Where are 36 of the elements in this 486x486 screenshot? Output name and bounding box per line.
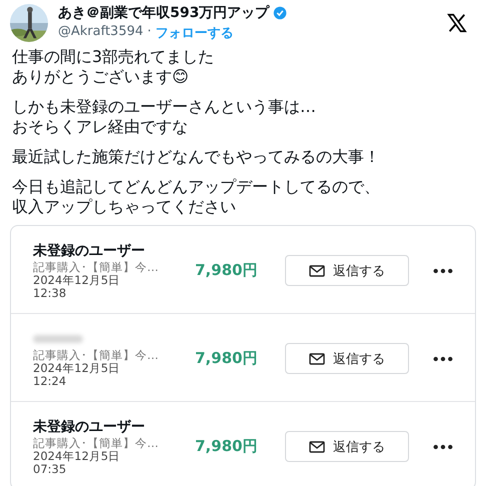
buyer-name: 未登録のユーザー [33, 242, 146, 261]
purchase-date: 2024年12月5日 [33, 362, 122, 375]
purchase-time: 12:38 [33, 287, 68, 300]
reply-button[interactable]: 返信する [285, 255, 409, 286]
blurred-name [33, 335, 83, 343]
buyer-name: 未登録のユーザー [33, 418, 146, 437]
envelope-icon [309, 440, 325, 452]
purchase-time: 07:35 [33, 463, 68, 476]
tweet-text: しかも未登録のユーザーさんという事は… [12, 97, 317, 117]
tweet-text: 収入アップしちゃってください [12, 197, 237, 217]
tweet-text: 今日も追記してどんどんアップデートしてるので、 [12, 177, 381, 197]
envelope-icon [309, 264, 325, 276]
more-icon[interactable] [433, 268, 453, 274]
author-handle: @Akraft3594 [58, 24, 144, 41]
item-title: 記事購入･【簡単】今… [33, 349, 160, 362]
reply-button[interactable]: 返信する [285, 343, 409, 374]
tweet-text: ありがとうございます😊 [12, 67, 190, 87]
reply-button[interactable]: 返信する [285, 431, 409, 462]
more-icon[interactable] [433, 356, 453, 362]
more-icon[interactable] [433, 444, 453, 450]
price: 7,980円 [195, 437, 258, 456]
item-title: 記事購入･【簡単】今… [33, 437, 160, 450]
price: 7,980円 [195, 261, 258, 280]
purchase-time: 12:24 [33, 375, 68, 388]
purchase-date: 2024年12月5日 [33, 274, 122, 287]
verified-badge-icon [273, 6, 288, 20]
tweet-text: 仕事の間に3部売れてました [12, 47, 216, 67]
item-title: 記事購入･【簡単】今… [33, 261, 160, 274]
x-logo-icon [446, 12, 468, 34]
purchase-date: 2024年12月5日 [33, 450, 122, 463]
separator: · [147, 24, 152, 41]
author-name: あき＠副業で年収593万円アップ [58, 4, 270, 22]
envelope-icon [309, 352, 325, 364]
price: 7,980円 [195, 349, 258, 368]
tweet-text: 最近試した施策だけどなんでもやってみるの大事！ [12, 147, 381, 167]
tweet-text: おそらくアレ経由ですな [12, 117, 189, 137]
